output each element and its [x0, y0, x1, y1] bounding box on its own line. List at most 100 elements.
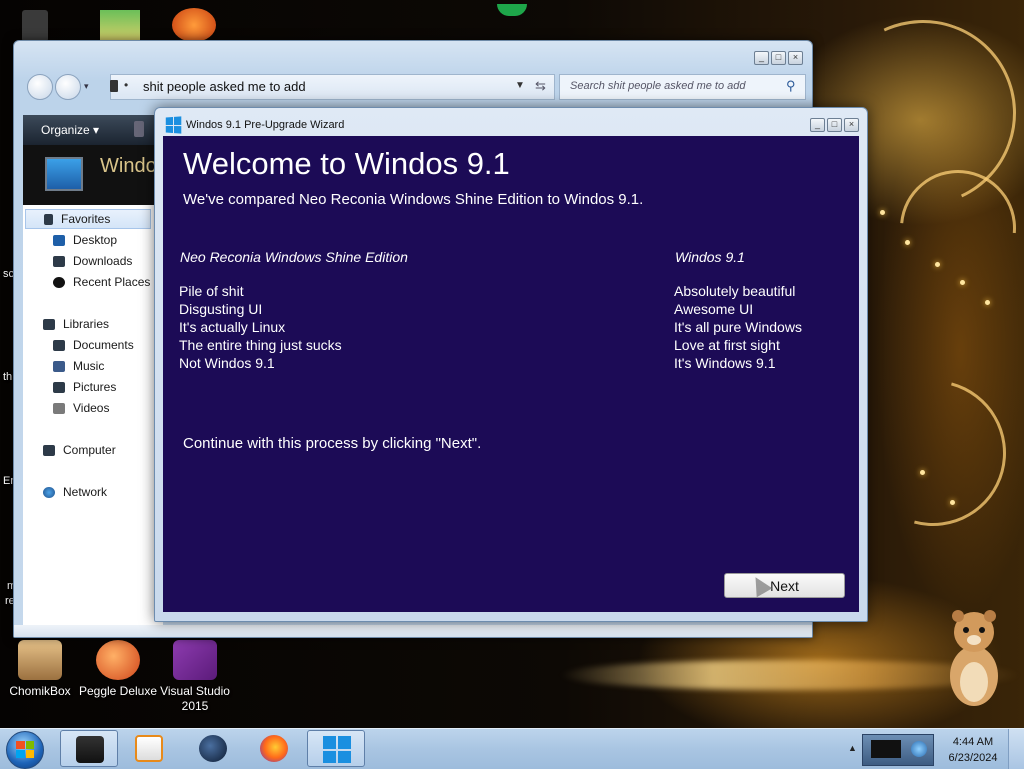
nav-item-label: Favorites — [61, 212, 111, 226]
desktop-icon-label: ChomikBox — [9, 684, 71, 698]
close-button[interactable]: × — [788, 51, 803, 65]
nav-item-desktop[interactable]: Desktop — [53, 233, 117, 247]
nav-item-recent-places[interactable]: Recent Places — [53, 275, 150, 289]
documents-icon — [53, 339, 65, 351]
taskbar-item-explorer[interactable] — [60, 730, 118, 767]
list-item: Pile of shit — [179, 283, 244, 299]
breadcrumb-separator-icon[interactable]: • — [124, 78, 128, 92]
app-icon — [199, 735, 227, 762]
nav-item-music[interactable]: Music — [53, 359, 104, 373]
close-button[interactable]: × — [844, 118, 859, 132]
nav-item-network[interactable]: Network — [43, 485, 107, 499]
search-input[interactable]: Search shit people asked me to add ⚲ — [559, 74, 806, 100]
search-placeholder: Search shit people asked me to add — [570, 80, 746, 92]
list-item: Absolutely beautiful — [674, 283, 796, 299]
music-icon — [53, 360, 65, 372]
navigation-pane: Favorites Desktop Downloads Recent Place… — [23, 205, 163, 625]
explorer-window-controls: _ □ × — [754, 51, 803, 65]
desktop-icon-chomikbox[interactable]: ChomikBox — [0, 640, 80, 699]
address-bar[interactable]: • shit people asked me to add ▼ ⇆ — [110, 74, 555, 100]
back-button[interactable] — [27, 74, 53, 100]
peggle-deluxe-icon — [96, 640, 140, 680]
maximize-button[interactable]: □ — [771, 51, 786, 65]
upgrade-wizard-window[interactable]: Windos 9.1 Pre-Upgrade Wizard _ □ × Welc… — [154, 107, 868, 622]
desktop-icon-partial[interactable] — [172, 8, 216, 42]
desktop-icon-peggle-deluxe[interactable]: Peggle Deluxe — [78, 640, 158, 699]
wizard-content: Welcome to Windos 9.1 We've compared Neo… — [163, 136, 859, 612]
folder-header-title: Windo — [100, 155, 157, 177]
desktop-icon-label-partial: th — [3, 371, 13, 383]
desktop-icon-partial[interactable] — [100, 10, 140, 42]
nav-item-label: Recent Places — [73, 275, 151, 289]
recent-pages-chevron-icon[interactable]: ▾ — [84, 81, 89, 92]
minimize-button[interactable]: _ — [754, 51, 769, 65]
nav-item-pictures[interactable]: Pictures — [53, 380, 116, 394]
computer-icon — [43, 444, 55, 456]
hamster-gadget[interactable] — [944, 606, 1004, 708]
wizard-window-title: Windos 9.1 Pre-Upgrade Wizard — [186, 119, 345, 131]
comparison-right-list: Absolutely beautiful Awesome UI It's all… — [674, 282, 802, 372]
nav-item-videos[interactable]: Videos — [53, 401, 109, 415]
desktop-icon-label: Visual Studio 2015 — [160, 684, 230, 713]
desktop-icon-label: Peggle Deluxe — [78, 684, 158, 698]
status-bar — [14, 625, 812, 637]
nav-item-libraries[interactable]: Libraries — [43, 317, 109, 331]
decorative-sparkle — [935, 262, 940, 267]
nav-item-label: Documents — [73, 338, 134, 352]
nav-item-downloads[interactable]: Downloads — [53, 254, 132, 268]
decorative-sparkle — [960, 280, 965, 285]
comparison-left-header: Neo Reconia Windows Shine Edition — [180, 249, 408, 265]
tray-network-icon — [911, 741, 927, 757]
recent-places-icon — [53, 276, 65, 288]
list-item: It's Windows 9.1 — [674, 355, 776, 371]
decorative-sparkle — [905, 240, 910, 245]
taskbar-item-wizard[interactable] — [307, 730, 365, 767]
tray-preview-icon[interactable] — [862, 734, 934, 766]
comparison-left-list: Pile of shit Disgusting UI It's actually… — [179, 282, 342, 372]
show-desktop-button[interactable] — [1008, 729, 1024, 769]
decorative-sparkle — [920, 470, 925, 475]
wizard-instruction: Continue with this process by clicking "… — [183, 435, 482, 452]
nav-item-label: Downloads — [73, 254, 133, 268]
windows-flag-icon — [16, 741, 34, 758]
organize-menu[interactable]: Organize ▾ — [41, 123, 99, 137]
view-icon[interactable] — [134, 121, 144, 137]
taskbar-item-firefox[interactable] — [245, 730, 303, 767]
tray-expand-icon[interactable]: ▲ — [848, 743, 857, 753]
minimize-button[interactable]: _ — [810, 118, 825, 132]
address-path: shit people asked me to add — [143, 79, 306, 94]
decorative-sparkle — [880, 210, 885, 215]
nav-item-documents[interactable]: Documents — [53, 338, 134, 352]
folder-icon — [110, 80, 118, 92]
firefox-icon — [260, 735, 288, 762]
visual-studio-icon — [173, 640, 217, 680]
list-item: The entire thing just sucks — [179, 337, 342, 353]
nav-item-computer[interactable]: Computer — [43, 443, 116, 457]
next-button[interactable]: Next — [724, 573, 845, 598]
clock-date: 6/23/2024 — [948, 752, 998, 764]
address-dropdown-icon[interactable]: ▼ — [515, 80, 525, 91]
comparison-right-header: Windos 9.1 — [675, 249, 745, 265]
taskbar-item-app[interactable] — [184, 730, 242, 767]
refresh-icon[interactable]: ⇆ — [535, 78, 546, 94]
decorative-sparkle — [985, 300, 990, 305]
nav-item-label: Music — [73, 359, 105, 373]
list-item: It's all pure Windows — [674, 319, 802, 335]
explorer-icon — [76, 736, 104, 763]
taskbar-clock[interactable]: 4:44 AM 6/23/2024 — [944, 734, 1002, 766]
search-icon[interactable]: ⚲ — [786, 78, 796, 94]
nav-item-label: Pictures — [73, 380, 117, 394]
nav-item-label: Libraries — [63, 317, 110, 331]
desktop-icon-partial[interactable] — [22, 10, 48, 42]
command-toolbar: Organize ▾ — [23, 115, 163, 145]
maximize-button[interactable]: □ — [827, 118, 842, 132]
list-item: Not Windos 9.1 — [179, 355, 275, 371]
taskbar-item-media-player[interactable] — [120, 730, 178, 767]
nav-item-favorites[interactable]: Favorites — [25, 209, 151, 229]
decorative-sparkle — [950, 500, 955, 505]
desktop-icon-visual-studio-2015[interactable]: Visual Studio 2015 — [155, 640, 235, 714]
wizard-window-controls: _ □ × — [810, 118, 859, 132]
start-button[interactable] — [6, 731, 44, 769]
folder-preview-icon — [45, 157, 83, 191]
forward-button[interactable] — [55, 74, 81, 100]
